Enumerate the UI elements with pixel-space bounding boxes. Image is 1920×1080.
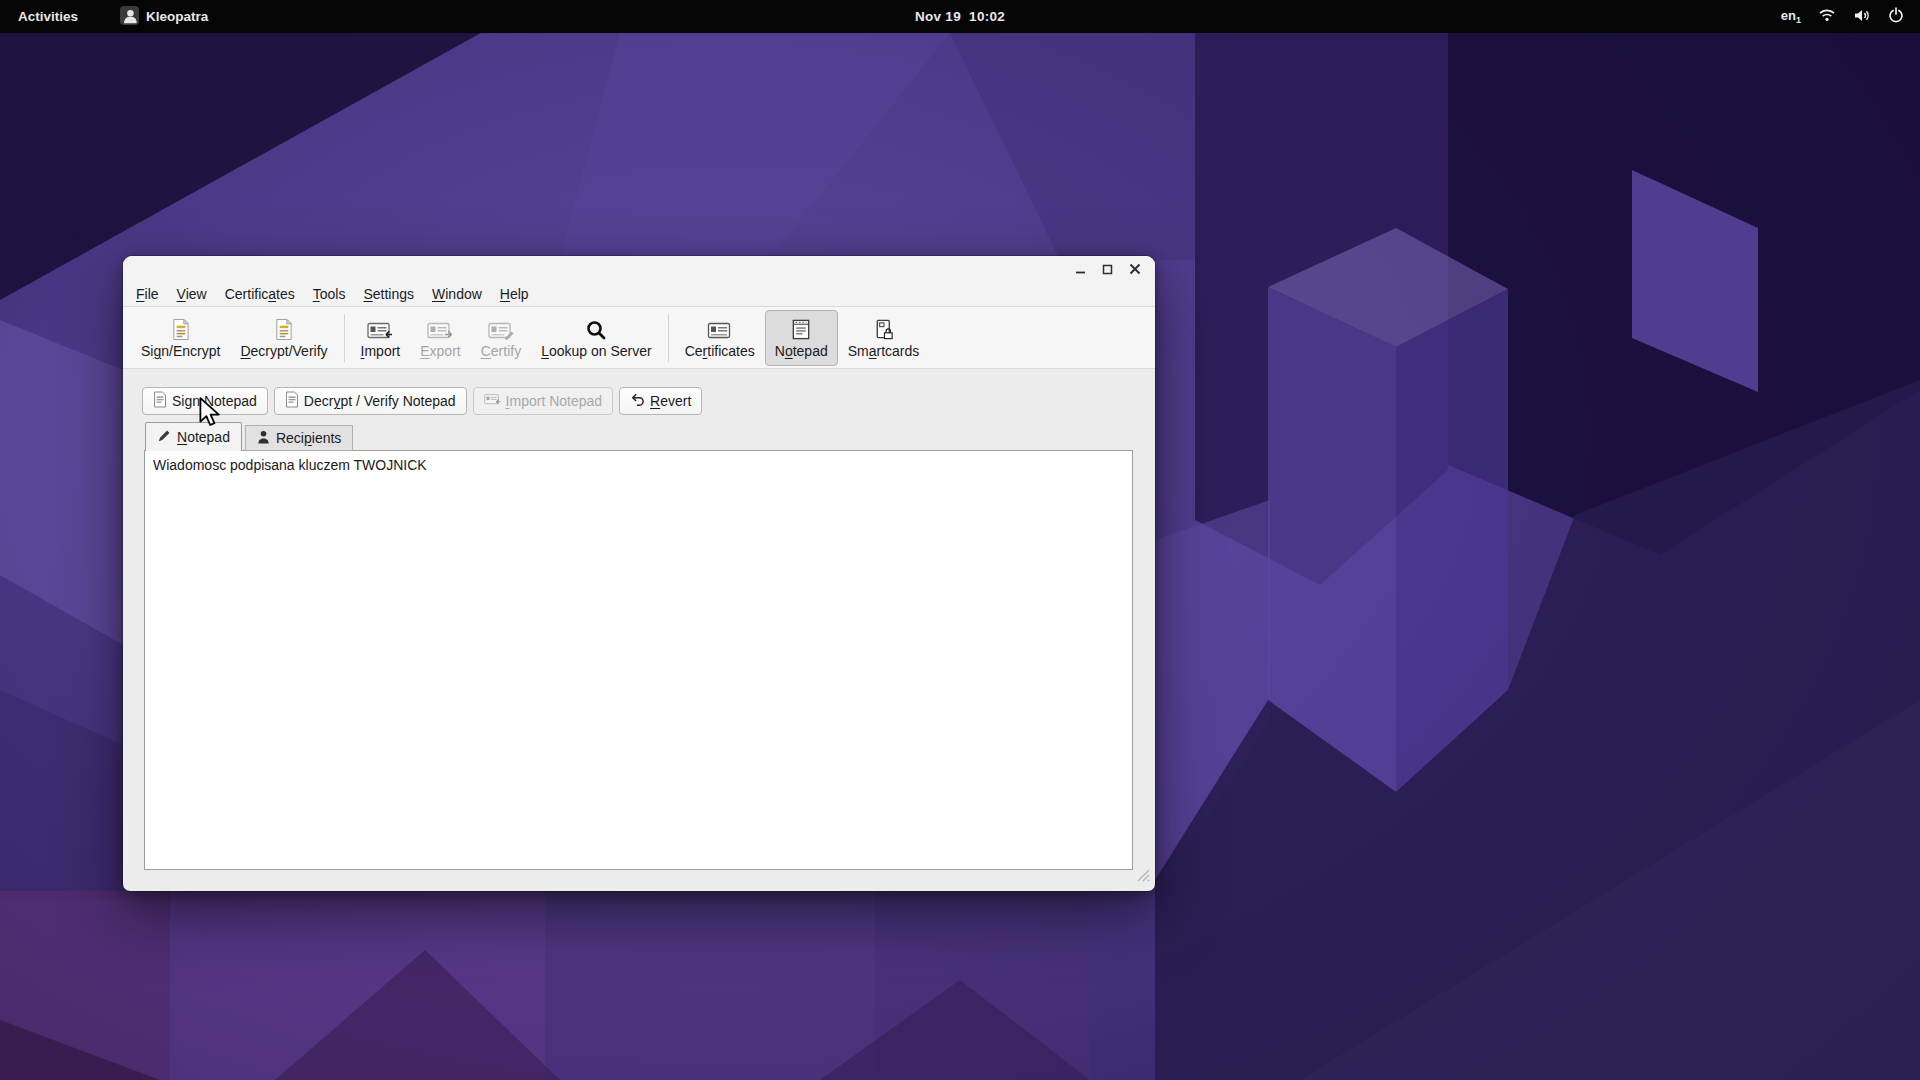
wifi-icon[interactable] [1818, 8, 1836, 25]
document-decrypt-icon [285, 391, 299, 411]
notepad-text-area[interactable]: Wiadomosc podpisana kluczem TWOJNICK [144, 450, 1133, 870]
menu-window[interactable]: Window [423, 283, 491, 305]
menu-settings[interactable]: Settings [354, 283, 423, 305]
toolbar-separator [668, 314, 669, 362]
maximize-button[interactable] [1099, 261, 1116, 278]
document-encrypt-icon [170, 316, 191, 341]
toolbar-certify[interactable]: Certify [471, 310, 531, 366]
toolbar-decrypt-verify[interactable]: Decrypt/Verify [230, 310, 337, 366]
notepad-view: Sign Notepad Decrypt / Verify Notepad Im… [123, 369, 1155, 890]
toolbar-export[interactable]: Export [410, 310, 470, 366]
kleopatra-window: File View Certificates Tools Settings Wi… [123, 256, 1155, 891]
close-button[interactable] [1126, 261, 1143, 278]
keyboard-layout-indicator[interactable]: en1 [1781, 8, 1801, 25]
toolbar: Sign/Encrypt Decrypt/Verify Import Expor [123, 307, 1155, 369]
toolbar-separator [344, 314, 345, 362]
focused-app-name: Kleopatra [146, 9, 208, 24]
minimize-button[interactable] [1072, 261, 1089, 278]
notepad-text: Wiadomosc podpisana kluczem TWOJNICK [153, 457, 1124, 473]
revert-button[interactable]: Revert [619, 387, 702, 415]
certificates-icon [707, 316, 732, 341]
smartcard-icon [873, 316, 895, 341]
menu-help[interactable]: Help [491, 283, 538, 305]
kleopatra-app-icon [120, 6, 139, 28]
search-icon [585, 316, 607, 341]
menu-view[interactable]: View [168, 283, 216, 305]
decrypt-verify-notepad-button[interactable]: Decrypt / Verify Notepad [274, 387, 467, 415]
certificate-import-icon [367, 316, 393, 341]
notepad-actions: Sign Notepad Decrypt / Verify Notepad Im… [142, 387, 702, 415]
undo-icon [630, 392, 645, 410]
mouse-cursor [198, 397, 224, 431]
document-decrypt-icon [273, 316, 294, 341]
certificate-export-icon [427, 316, 453, 341]
pencil-icon [157, 429, 171, 446]
tab-recipients[interactable]: Recipients [245, 425, 353, 451]
certificate-import-icon [484, 393, 501, 409]
toolbar-notepad[interactable]: Notepad [765, 310, 838, 366]
menu-file[interactable]: File [127, 283, 168, 305]
window-titlebar[interactable] [123, 256, 1155, 282]
clock[interactable]: Nov 19 10:02 [915, 9, 1005, 24]
menu-tools[interactable]: Tools [304, 283, 355, 305]
toolbar-import[interactable]: Import [351, 310, 411, 366]
top-bar: Activities Kleopatra Nov 19 10:02 en1 [0, 0, 1920, 33]
menu-certificates[interactable]: Certificates [216, 283, 304, 305]
menubar: File View Certificates Tools Settings Wi… [123, 282, 1155, 307]
volume-icon[interactable] [1853, 8, 1871, 26]
notepad-tabs: Notepad Recipients [145, 422, 356, 451]
resize-grip[interactable] [1137, 868, 1150, 886]
tab-notepad[interactable]: Notepad [145, 422, 242, 451]
power-icon[interactable] [1888, 7, 1904, 26]
toolbar-lookup-on-server[interactable]: Lookup on Server [531, 310, 662, 366]
toolbar-certificates[interactable]: Certificates [675, 310, 765, 366]
certificate-certify-icon [488, 316, 514, 341]
notepad-icon [790, 316, 812, 341]
document-sign-icon [153, 391, 167, 411]
import-notepad-button[interactable]: Import Notepad [473, 387, 614, 415]
focused-app-indicator[interactable]: Kleopatra [120, 6, 208, 28]
toolbar-sign-encrypt[interactable]: Sign/Encrypt [131, 310, 230, 366]
desktop: Activities Kleopatra Nov 19 10:02 en1 [0, 0, 1920, 1080]
activities-button[interactable]: Activities [18, 9, 78, 24]
person-icon [257, 430, 270, 447]
toolbar-smartcards[interactable]: Smartcards [838, 310, 930, 366]
